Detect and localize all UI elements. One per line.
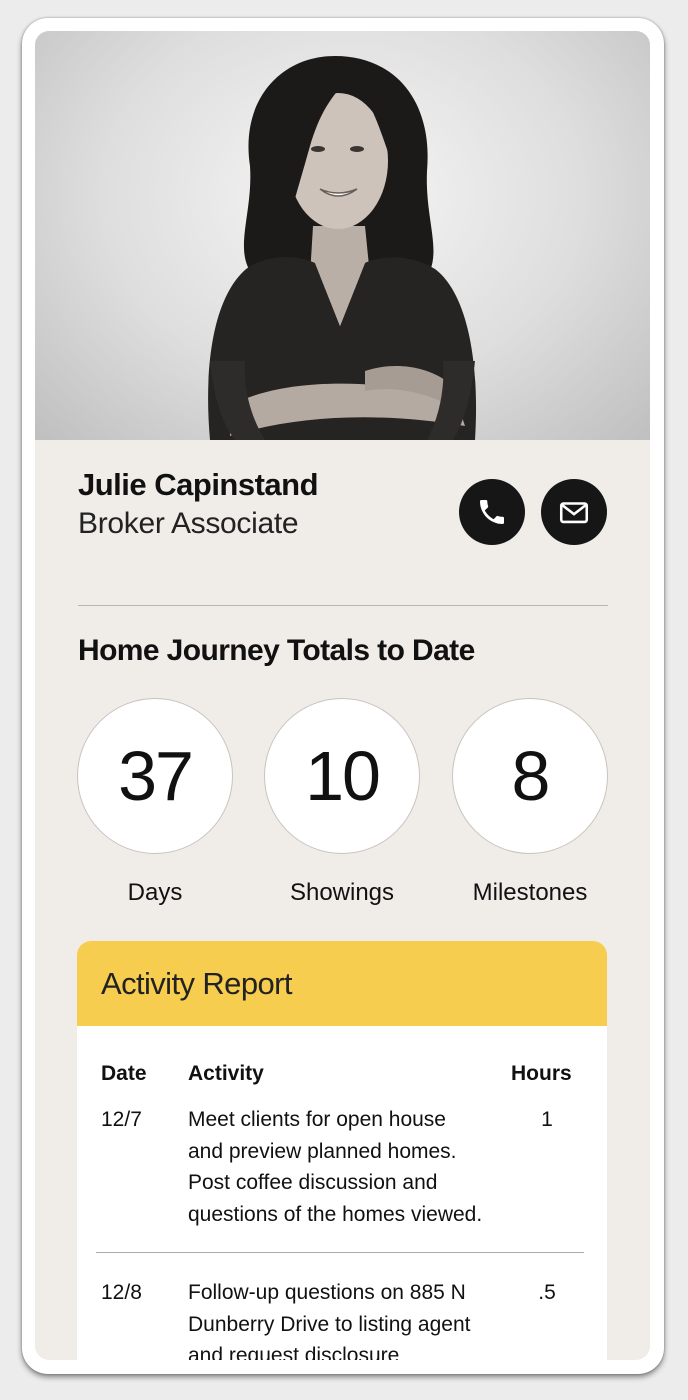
stat-label: Showings: [289, 879, 395, 906]
row-hours: 1: [541, 1108, 553, 1131]
agent-title: Broker Associate: [78, 507, 299, 540]
activity-report-title: Activity Report: [77, 941, 607, 1026]
column-header-date: Date: [101, 1062, 147, 1085]
row-activity: Meet clients for open house and preview …: [188, 1104, 518, 1230]
activity-line: Meet clients for open house: [188, 1108, 446, 1131]
stat-label: Days: [127, 879, 183, 906]
stat-days: 37 Days: [77, 698, 233, 907]
row-date: 12/8: [101, 1281, 142, 1304]
phone-icon: [480, 500, 504, 524]
app-screen: Julie Capinstand Broker Associate Home J…: [35, 31, 650, 1360]
row-date: 12/7: [101, 1108, 142, 1131]
activity-line: and request disclosure: [188, 1344, 400, 1360]
activity-line: Dunberry Drive to listing agent: [188, 1312, 471, 1336]
column-header-activity: Activity: [188, 1062, 264, 1085]
activity-line: Follow-up questions on 885 N: [188, 1281, 466, 1304]
stat-milestones: 8 Milestones: [452, 698, 608, 907]
row-divider: [96, 1252, 584, 1253]
mail-icon: [559, 502, 589, 524]
activity-line: questions of the homes viewed.: [188, 1202, 483, 1226]
stat-value: 8: [452, 698, 608, 854]
activity-report-card: Activity Report Date Activity Hours 12/7…: [77, 941, 607, 1360]
stat-value: 10: [264, 698, 420, 854]
stat-value: 37: [77, 698, 233, 854]
phone-frame: Julie Capinstand Broker Associate Home J…: [22, 18, 664, 1374]
activity-line: Post coffee discussion and: [188, 1171, 438, 1194]
agent-name: Julie Capinstand: [78, 467, 319, 502]
row-hours: .5: [538, 1281, 556, 1304]
totals-heading: Home Journey Totals to Date: [78, 634, 475, 667]
activity-line: and preview planned homes.: [188, 1139, 457, 1163]
stat-label: Milestones: [472, 879, 588, 906]
stat-showings: 10 Showings: [264, 698, 420, 907]
row-activity: Follow-up questions on 885 N Dunberry Dr…: [188, 1277, 518, 1360]
email-button[interactable]: [541, 479, 607, 545]
column-header-hours: Hours: [511, 1062, 572, 1085]
agent-photo: [35, 31, 650, 440]
section-divider: [78, 605, 608, 606]
call-button[interactable]: [459, 479, 525, 545]
